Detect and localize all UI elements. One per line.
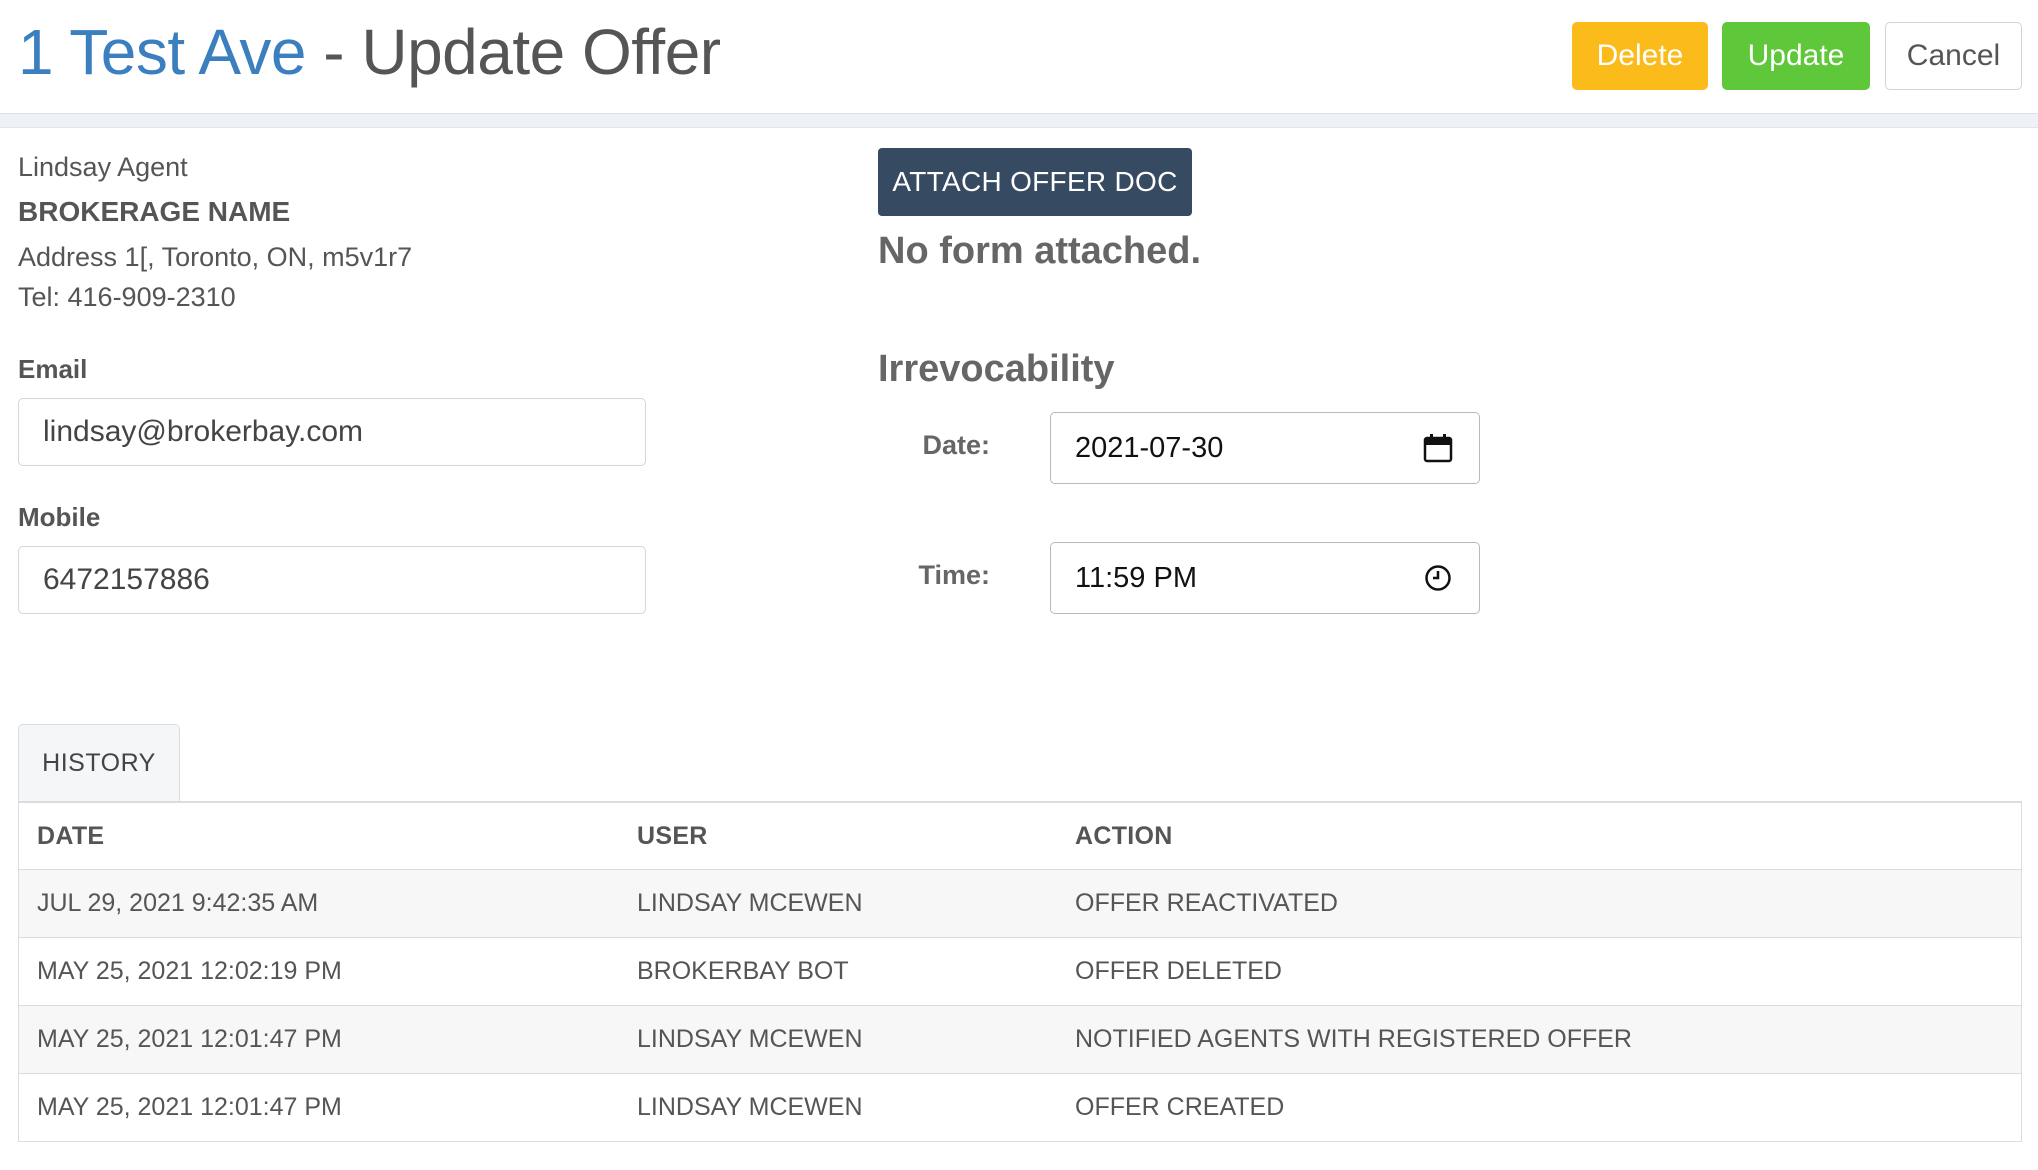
time-value: 11:59 PM	[1075, 561, 1197, 594]
agent-name: Lindsay Agent	[18, 152, 188, 182]
column-header-action: ACTION	[1057, 802, 2022, 870]
agent-address: Address 1[, Toronto, ON, m5v1r7	[18, 242, 413, 272]
cancel-button[interactable]: Cancel	[1885, 22, 2022, 90]
history-user: BROKERBAY BOT	[619, 937, 1057, 1006]
irrevocability-heading: Irrevocability	[878, 348, 1115, 390]
history-user: LINDSAY MCEWEN	[619, 1005, 1057, 1074]
history-action: NOTIFIED AGENTS WITH REGISTERED OFFER	[1057, 1005, 2022, 1074]
table-row: MAY 25, 2021 12:01:47 PM LINDSAY MCEWEN …	[18, 1073, 2022, 1142]
irrevocability-time-input[interactable]: 11:59 PM	[1050, 542, 1480, 614]
irrevocability-time-label: Time:	[918, 560, 990, 590]
attach-offer-doc-button[interactable]: ATTACH OFFER DOC	[878, 148, 1192, 216]
page-header: 1 Test Ave - Update Offer Delete Update …	[0, 0, 2038, 114]
brokerage-name: BROKERAGE NAME	[18, 196, 291, 227]
irrevocability-date-label: Date:	[922, 430, 990, 460]
history-user: LINDSAY MCEWEN	[619, 869, 1057, 938]
header-divider-band	[0, 114, 2038, 128]
calendar-icon[interactable]	[1421, 431, 1455, 465]
clock-icon[interactable]	[1421, 561, 1455, 595]
history-user: LINDSAY MCEWEN	[619, 1073, 1057, 1142]
table-row: JUL 29, 2021 9:42:35 AM LINDSAY MCEWEN O…	[18, 869, 2022, 938]
history-date: MAY 25, 2021 12:01:47 PM	[18, 1005, 619, 1074]
email-label: Email	[18, 354, 88, 384]
table-row: MAY 25, 2021 12:01:47 PM LINDSAY MCEWEN …	[18, 1005, 2022, 1074]
history-action: OFFER REACTIVATED	[1057, 869, 2022, 938]
update-button[interactable]: Update	[1722, 22, 1870, 90]
history-table: DATE USER ACTION JUL 29, 2021 9:42:35 AM…	[18, 802, 2022, 1142]
table-row: MAY 25, 2021 12:02:19 PM BROKERBAY BOT O…	[18, 937, 2022, 1006]
date-value: 2021-07-30	[1075, 431, 1224, 464]
listing-address: 1 Test Ave	[18, 16, 306, 88]
history-action: OFFER DELETED	[1057, 937, 2022, 1006]
history-date: JUL 29, 2021 9:42:35 AM	[18, 869, 619, 938]
history-date: MAY 25, 2021 12:01:47 PM	[18, 1073, 619, 1142]
page-title: 1 Test Ave - Update Offer	[18, 12, 721, 92]
email-field[interactable]	[18, 398, 646, 466]
page-title-text: Update Offer	[361, 16, 721, 88]
tab-history[interactable]: HISTORY	[18, 724, 180, 802]
history-action: OFFER CREATED	[1057, 1073, 2022, 1142]
irrevocability-date-input[interactable]: 2021-07-30	[1050, 412, 1480, 484]
title-separator: -	[305, 16, 362, 88]
column-header-user: USER	[619, 802, 1057, 870]
agent-phone: Tel: 416-909-2310	[18, 282, 236, 312]
delete-button[interactable]: Delete	[1572, 22, 1708, 90]
mobile-field[interactable]	[18, 546, 646, 614]
history-date: MAY 25, 2021 12:02:19 PM	[18, 937, 619, 1006]
offer-doc-status: No form attached.	[878, 230, 1202, 272]
mobile-label: Mobile	[18, 502, 101, 532]
table-header-row: DATE USER ACTION	[18, 802, 2022, 870]
column-header-date: DATE	[18, 802, 619, 870]
